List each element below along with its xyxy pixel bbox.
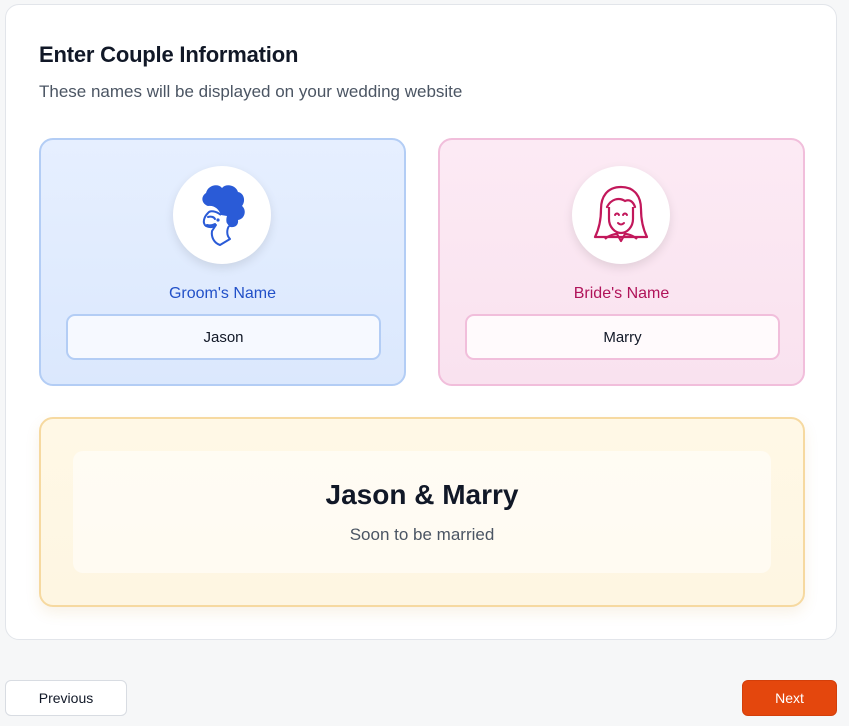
couple-info-card: Enter Couple Information These names wil…: [5, 4, 837, 640]
bride-avatar-icon: [593, 185, 649, 243]
bride-avatar: [572, 166, 670, 264]
couple-preview-card: Jason & Marry Soon to be married: [39, 417, 805, 607]
preview-tagline: Soon to be married: [349, 525, 495, 544]
groom-card: Groom's Name: [39, 138, 406, 386]
couple-preview-inner: Jason & Marry Soon to be married: [73, 451, 771, 573]
bride-name-input[interactable]: [465, 314, 780, 360]
groom-avatar: [173, 166, 271, 264]
next-button[interactable]: Next: [742, 680, 837, 716]
groom-name-label: Groom's Name: [168, 285, 277, 302]
previous-button[interactable]: Previous: [5, 680, 127, 716]
page-subtitle: These names will be displayed on your we…: [39, 82, 463, 101]
bride-name-label: Bride's Name: [573, 285, 670, 302]
couple-names-preview: Jason & Marry: [325, 479, 519, 510]
page-title: Enter Couple Information: [39, 42, 299, 67]
bride-card: Bride's Name: [438, 138, 805, 386]
groom-name-input[interactable]: [66, 314, 381, 360]
groom-avatar-icon: [202, 185, 245, 246]
